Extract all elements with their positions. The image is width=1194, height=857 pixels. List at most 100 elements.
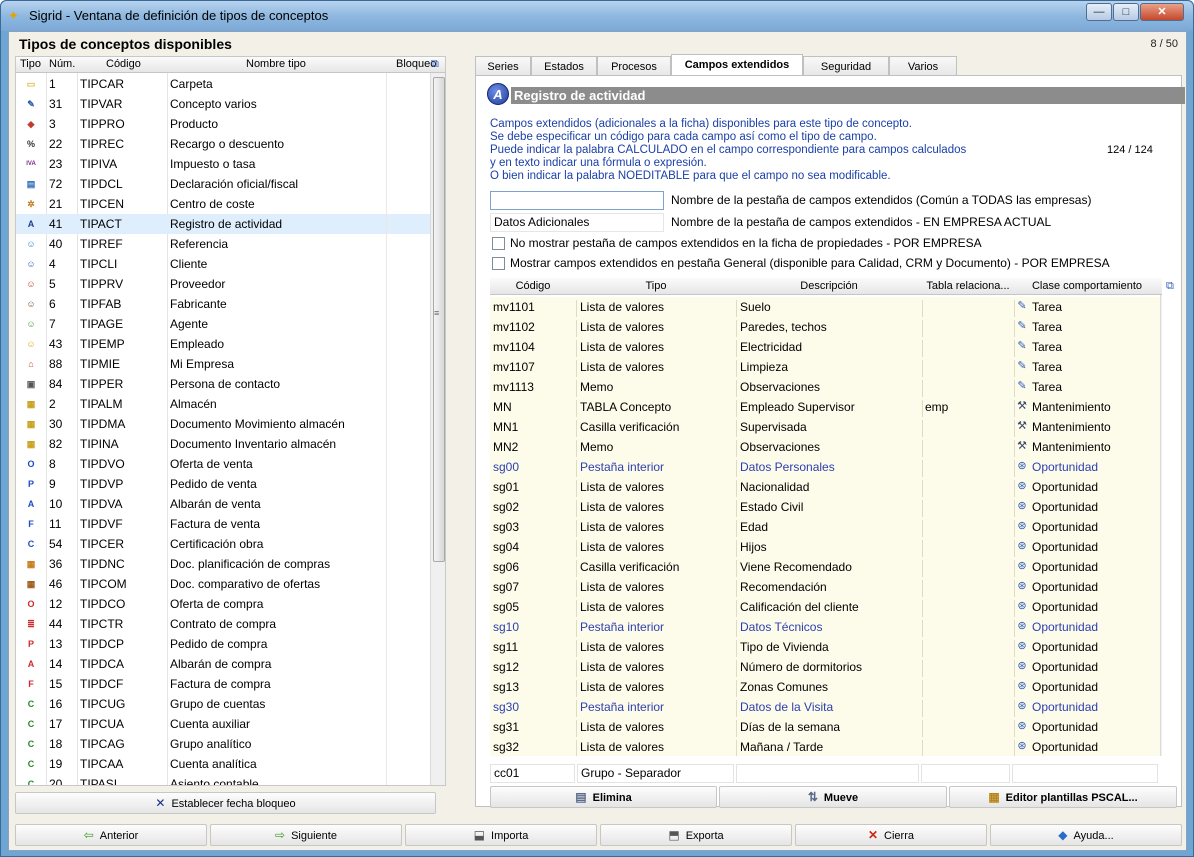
- cell-table[interactable]: emp: [925, 400, 948, 414]
- cell-type[interactable]: Lista de valores: [580, 500, 664, 514]
- export-button[interactable]: ⬒ Exporta: [600, 824, 792, 846]
- move-button[interactable]: ⇅ Mueve: [719, 786, 947, 808]
- cell-code[interactable]: sg02: [493, 500, 519, 514]
- new-row-class[interactable]: [1012, 764, 1158, 783]
- cell-class[interactable]: Oportunidad: [1032, 540, 1098, 554]
- table-row[interactable]: MN1 Casilla verificación Supervisada ⚒ Mante…: [490, 417, 1162, 440]
- close-button[interactable]: ✕ Cierra: [795, 824, 987, 846]
- cell-type[interactable]: Lista de valores: [580, 480, 664, 494]
- table-row[interactable]: sg03 Lista de valores Edad ⊛ Oportunidad: [490, 517, 1162, 540]
- cell-type[interactable]: Casilla verificación: [580, 420, 679, 434]
- col-tipo[interactable]: Tipo: [576, 280, 736, 292]
- cell-description[interactable]: Zonas Comunes: [740, 680, 828, 694]
- list-item[interactable]: P 13 TIPDCP Pedido de compra: [16, 634, 431, 654]
- list-item[interactable]: ▤ 72 TIPDCL Declaración oficial/fiscal: [16, 174, 431, 194]
- cell-type[interactable]: Lista de valores: [580, 600, 664, 614]
- cell-description[interactable]: Mañana / Tarde: [740, 740, 823, 754]
- col-tipo[interactable]: Tipo: [20, 58, 41, 70]
- list-item[interactable]: ≣ 44 TIPCTR Contrato de compra: [16, 614, 431, 634]
- cell-description[interactable]: Número de dormitorios: [740, 660, 862, 674]
- col-nombre[interactable]: Nombre tipo: [246, 58, 306, 70]
- cell-type[interactable]: Lista de valores: [580, 580, 664, 594]
- hide-tab-checkbox[interactable]: [492, 237, 505, 250]
- table-row[interactable]: MN2 Memo Observaciones ⚒ Mantenimiento: [490, 437, 1162, 460]
- cell-class[interactable]: Oportunidad: [1032, 560, 1098, 574]
- cell-code[interactable]: sg12: [493, 660, 519, 674]
- list-item[interactable]: ✲ 21 TIPCEN Centro de coste: [16, 194, 431, 214]
- cell-description[interactable]: Edad: [740, 520, 768, 534]
- new-row-type[interactable]: Grupo - Separador: [577, 764, 734, 783]
- col-num[interactable]: Núm.: [49, 58, 75, 70]
- cell-type[interactable]: Casilla verificación: [580, 560, 679, 574]
- cell-code[interactable]: sg03: [493, 520, 519, 534]
- table-row[interactable]: sg11 Lista de valores Tipo de Vivienda ⊛ Opo…: [490, 637, 1162, 660]
- new-row-code[interactable]: cc01: [490, 764, 575, 783]
- tab-name-common-input[interactable]: [490, 191, 664, 210]
- cell-class[interactable]: Oportunidad: [1032, 500, 1098, 514]
- list-item[interactable]: ▦ 46 TIPCOM Doc. comparativo de ofertas: [16, 574, 431, 594]
- column-chooser-icon[interactable]: ⧉: [431, 58, 439, 71]
- table-row[interactable]: mv1113 Memo Observaciones ✎ Tarea: [490, 377, 1162, 400]
- cell-class[interactable]: Oportunidad: [1032, 620, 1098, 634]
- table-row[interactable]: sg10 Pestaña interior Datos Técnicos ⊛ Oport…: [490, 617, 1162, 640]
- cell-class[interactable]: Mantenimiento: [1032, 400, 1111, 414]
- table-row[interactable]: sg04 Lista de valores Hijos ⊛ Oportunidad: [490, 537, 1162, 560]
- cell-class[interactable]: Oportunidad: [1032, 640, 1098, 654]
- cell-code[interactable]: sg10: [493, 620, 519, 634]
- list-item[interactable]: A 10 TIPDVA Albarán de venta: [16, 494, 431, 514]
- cell-code[interactable]: mv1101: [493, 300, 535, 314]
- list-item[interactable]: IVA 23 TIPIVA Impuesto o tasa: [16, 154, 431, 174]
- list-item[interactable]: C 19 TIPCAA Cuenta analítica: [16, 754, 431, 774]
- cell-class[interactable]: Tarea: [1032, 360, 1062, 374]
- cell-code[interactable]: sg13: [493, 680, 519, 694]
- list-item[interactable]: C 54 TIPCER Certificación obra: [16, 534, 431, 554]
- cell-class[interactable]: Oportunidad: [1032, 720, 1098, 734]
- table-row[interactable]: mv1102 Lista de valores Paredes, techos ✎ Ta…: [490, 317, 1162, 340]
- col-clase[interactable]: Clase comportamiento: [1014, 280, 1160, 292]
- tab-seguridad[interactable]: Seguridad: [803, 56, 889, 76]
- cell-type[interactable]: Pestaña interior: [580, 700, 664, 714]
- tab-series[interactable]: Series: [475, 56, 531, 76]
- cell-description[interactable]: Observaciones: [740, 440, 820, 454]
- cell-description[interactable]: Hijos: [740, 540, 767, 554]
- cell-class[interactable]: Oportunidad: [1032, 660, 1098, 674]
- list-item[interactable]: ▦ 36 TIPDNC Doc. planificación de compras: [16, 554, 431, 574]
- cell-code[interactable]: sg06: [493, 560, 519, 574]
- cell-class[interactable]: Oportunidad: [1032, 480, 1098, 494]
- cell-code[interactable]: mv1107: [493, 360, 535, 374]
- list-item[interactable]: A 41 TIPACT Registro de actividad: [16, 214, 431, 234]
- list-item[interactable]: ✎ 31 TIPVAR Concepto varios: [16, 94, 431, 114]
- set-lock-date-button[interactable]: ✕ Establecer fecha bloqueo: [15, 792, 436, 814]
- previous-button[interactable]: ⇦ Anterior: [15, 824, 207, 846]
- cell-class[interactable]: Oportunidad: [1032, 520, 1098, 534]
- concept-types-grid[interactable]: Tipo Núm. Código Nombre tipo Bloqueo ⧉ ▭…: [15, 56, 446, 786]
- extended-fields-grid[interactable]: Código Tipo Descripción Tabla relaciona.…: [490, 278, 1162, 756]
- table-row[interactable]: sg13 Lista de valores Zonas Comunes ⊛ Oportu…: [490, 677, 1162, 700]
- tab-procesos[interactable]: Procesos: [597, 56, 671, 76]
- grid-column-chooser-icon[interactable]: ⧉: [1166, 280, 1174, 293]
- template-editor-button[interactable]: ▦ Editor plantillas PSCAL...: [949, 786, 1177, 808]
- list-item[interactable]: ▣ 84 TIPPER Persona de contacto: [16, 374, 431, 394]
- list-scrollbar[interactable]: ≡: [430, 73, 445, 785]
- cell-class[interactable]: Oportunidad: [1032, 600, 1098, 614]
- cell-description[interactable]: Tipo de Vivienda: [740, 640, 829, 654]
- minimize-button[interactable]: —: [1086, 3, 1112, 21]
- list-item[interactable]: % 22 TIPREC Recargo o descuento: [16, 134, 431, 154]
- next-button[interactable]: ⇨ Siguiente: [210, 824, 402, 846]
- new-row-table[interactable]: [921, 764, 1010, 783]
- cell-code[interactable]: mv1104: [493, 340, 535, 354]
- list-item[interactable]: ☺ 6 TIPFAB Fabricante: [16, 294, 431, 314]
- cell-class[interactable]: Tarea: [1032, 380, 1062, 394]
- list-item[interactable]: ▦ 30 TIPDMA Documento Movimiento almacén: [16, 414, 431, 434]
- cell-description[interactable]: Recomendación: [740, 580, 827, 594]
- cell-description[interactable]: Datos Personales: [740, 460, 835, 474]
- cell-type[interactable]: TABLA Concepto: [580, 400, 671, 414]
- cell-type[interactable]: Lista de valores: [580, 320, 664, 334]
- list-item[interactable]: C 18 TIPCAG Grupo analítico: [16, 734, 431, 754]
- cell-type[interactable]: Lista de valores: [580, 360, 664, 374]
- cell-type[interactable]: Lista de valores: [580, 300, 664, 314]
- cell-code[interactable]: mv1102: [493, 320, 535, 334]
- cell-class[interactable]: Tarea: [1032, 340, 1062, 354]
- cell-type[interactable]: Lista de valores: [580, 540, 664, 554]
- show-general-checkbox[interactable]: [492, 257, 505, 270]
